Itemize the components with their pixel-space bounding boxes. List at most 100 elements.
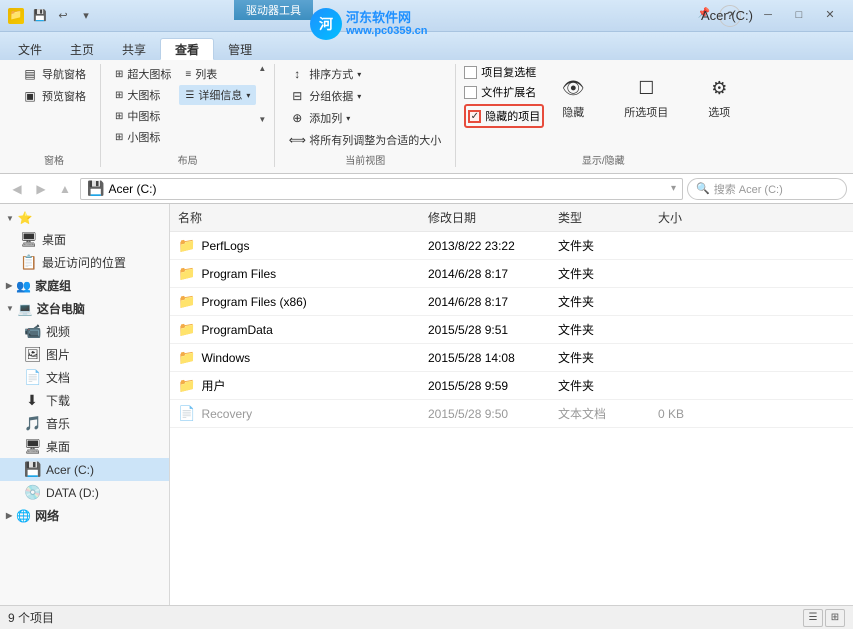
small-icon-btn[interactable]: ⊞ 小图标 <box>109 127 177 147</box>
detail-arrow: ▾ <box>246 91 250 100</box>
tab-share[interactable]: 共享 <box>108 38 160 60</box>
sidebar-label-downloads: 下载 <box>46 392 70 409</box>
file-ext-toggle[interactable]: 文件扩展名 <box>464 84 544 100</box>
homegroup-icon: 👥 <box>16 279 31 293</box>
item-checkbox-toggle[interactable]: 项目复选框 <box>464 64 544 80</box>
status-large-view-btn[interactable]: ⊞ <box>825 609 845 627</box>
file-row-programfiles[interactable]: 📁 Program Files 2014/6/28 8:17 文件夹 <box>170 260 853 288</box>
hidden-items-toggle[interactable]: ✓ 隐藏的项目 <box>464 104 544 128</box>
sidebar-item-videos[interactable]: 📹 视频 <box>0 320 169 343</box>
nav-arrows: ◀ ▶ ▲ <box>6 178 76 200</box>
file-size-windows <box>650 356 730 360</box>
sidebar-section-quick[interactable]: ▼ ⭐ <box>0 208 169 228</box>
homegroup-expand-icon: ▶ <box>6 281 12 290</box>
group-by-btn[interactable]: ⊟ 分组依据 ▾ <box>283 86 447 106</box>
folder-icon-programfilesx86: 📁 <box>178 293 195 310</box>
view-toggle-btns: ☰ ⊞ <box>803 609 845 627</box>
close-button[interactable]: ✕ <box>815 5 845 25</box>
search-bar[interactable]: 🔍 搜索 Acer (C:) <box>687 178 847 200</box>
fit-cols-label: 将所有列调整为合适的大小 <box>309 132 441 148</box>
medium-icon-btn[interactable]: ⊞ 中图标 <box>109 106 177 126</box>
sidebar-section-homegroup[interactable]: ▶ 👥 家庭组 <box>0 274 169 297</box>
address-bar[interactable]: 💾 Acer (C:) ▾ <box>80 178 683 200</box>
hide-btn[interactable]: 👁 隐藏 <box>550 67 596 125</box>
sort-arrow: ▾ <box>357 70 361 79</box>
file-date-programfiles: 2014/6/28 8:17 <box>420 265 550 283</box>
file-row-perflogs[interactable]: 📁 PerfLogs 2013/8/22 23:22 文件夹 <box>170 232 853 260</box>
sort-by-btn[interactable]: ↕ 排序方式 ▾ <box>283 64 447 84</box>
preview-pane-btn[interactable]: ▣ 预览窗格 <box>16 86 92 106</box>
up-button[interactable]: ▲ <box>54 178 76 200</box>
watermark-url: www.pc0359.cn <box>346 25 428 38</box>
file-name-programdata: 📁 ProgramData <box>170 319 420 340</box>
file-size-perflogs <box>650 244 730 248</box>
sort-label: 排序方式 <box>309 66 353 82</box>
back-button[interactable]: ◀ <box>6 178 28 200</box>
network-icon: 🌐 <box>16 509 31 523</box>
file-type-windows: 文件夹 <box>550 347 650 368</box>
file-type-programdata: 文件夹 <box>550 319 650 340</box>
small-icon-symbol: ⊞ <box>115 132 123 143</box>
sidebar-item-documents[interactable]: 📄 文档 <box>0 366 169 389</box>
file-name-perflogs: 📁 PerfLogs <box>170 235 420 256</box>
address-dropdown[interactable]: ▾ <box>671 183 676 194</box>
file-name-windows: 📁 Windows <box>170 347 420 368</box>
file-row-programfilesx86[interactable]: 📁 Program Files (x86) 2014/6/28 8:17 文件夹 <box>170 288 853 316</box>
list-view-btn[interactable]: ≡ 列表 <box>179 64 256 84</box>
sidebar-item-desktop2[interactable]: 🖥 桌面 <box>0 435 169 458</box>
file-row-programdata[interactable]: 📁 ProgramData 2015/5/28 9:51 文件夹 <box>170 316 853 344</box>
extra-large-icon-btn[interactable]: ⊞ 超大图标 <box>109 64 177 84</box>
qa-dropdown-btn[interactable]: ▾ <box>76 6 96 26</box>
col-header-date[interactable]: 修改日期 <box>420 207 550 228</box>
layout-scroll-up[interactable]: ▲ <box>258 64 266 73</box>
window-title: Acer (C:) <box>701 8 753 23</box>
sidebar-item-data-d[interactable]: 💿 DATA (D:) <box>0 481 169 504</box>
file-row-recovery[interactable]: 📄 Recovery 2015/5/28 9:50 文本文档 0 KB <box>170 400 853 428</box>
col-header-name[interactable]: 名称 <box>170 207 420 228</box>
driver-tools-tab[interactable]: 驱动器工具 <box>234 0 313 20</box>
status-bar: 9 个项目 ☰ ⊞ <box>0 605 853 629</box>
tab-view[interactable]: 查看 <box>160 38 214 60</box>
maximize-button[interactable]: □ <box>784 5 814 25</box>
sidebar-item-acer-c[interactable]: 💾 Acer (C:) <box>0 458 169 481</box>
group-arrow: ▾ <box>357 92 361 101</box>
sidebar-section-computer[interactable]: ▼ 💻 这台电脑 <box>0 297 169 320</box>
layout-scroll-down[interactable]: ▼ <box>258 115 266 124</box>
tab-file[interactable]: 文件 <box>4 38 56 60</box>
qa-save-btn[interactable]: 💾 <box>30 6 50 26</box>
add-col-btn[interactable]: ⊕ 添加列 ▾ <box>283 108 447 128</box>
col-header-size[interactable]: 大小 <box>650 207 730 228</box>
selected-items-btn[interactable]: ☐ 所选项目 <box>617 67 675 125</box>
sidebar-item-pictures[interactable]: 🖼 图片 <box>0 343 169 366</box>
detail-label: 详细信息 <box>198 87 242 103</box>
watermark-logo: 河 <box>310 8 342 40</box>
file-name-recovery: 📄 Recovery <box>170 403 420 424</box>
detail-view-btn[interactable]: ☰ 详细信息 ▾ <box>179 85 256 105</box>
minimize-button[interactable]: ─ <box>753 5 783 25</box>
file-type-programfilesx86: 文件夹 <box>550 291 650 312</box>
fit-cols-btn[interactable]: ⟺ 将所有列调整为合适的大小 <box>283 130 447 150</box>
file-row-windows[interactable]: 📁 Windows 2015/5/28 14:08 文件夹 <box>170 344 853 372</box>
col-header-type[interactable]: 类型 <box>550 207 650 228</box>
qa-undo-btn[interactable]: ↩ <box>53 6 73 26</box>
sidebar-item-downloads[interactable]: ⬇ 下载 <box>0 389 169 412</box>
add-col-icon: ⊕ <box>289 110 305 126</box>
sidebar-item-recent[interactable]: 📋 最近访问的位置 <box>0 251 169 274</box>
large-icon-btn[interactable]: ⊞ 大图标 <box>109 85 177 105</box>
sidebar-item-music[interactable]: 🎵 音乐 <box>0 412 169 435</box>
tab-home[interactable]: 主页 <box>56 38 108 60</box>
forward-button[interactable]: ▶ <box>30 178 52 200</box>
sidebar-label-desktop: 桌面 <box>42 231 66 248</box>
doc-icon-recovery: 📄 <box>178 405 195 422</box>
hide-icon: 👁 <box>557 72 589 104</box>
sidebar-section-network[interactable]: ▶ 🌐 网络 <box>0 504 169 527</box>
sidebar-item-desktop[interactable]: 🖥 桌面 <box>0 228 169 251</box>
desktop2-icon: 🖥 <box>24 438 40 455</box>
layout-label: 布局 <box>109 152 266 167</box>
tab-manage[interactable]: 管理 <box>214 38 266 60</box>
options-btn[interactable]: ⚙ 选项 <box>696 67 742 125</box>
nav-pane-btn[interactable]: ▤ 导航窗格 <box>16 64 92 84</box>
status-details-view-btn[interactable]: ☰ <box>803 609 823 627</box>
file-row-users[interactable]: 📁 用户 2015/5/28 9:59 文件夹 <box>170 372 853 400</box>
list-icon: ≡ <box>185 69 191 80</box>
